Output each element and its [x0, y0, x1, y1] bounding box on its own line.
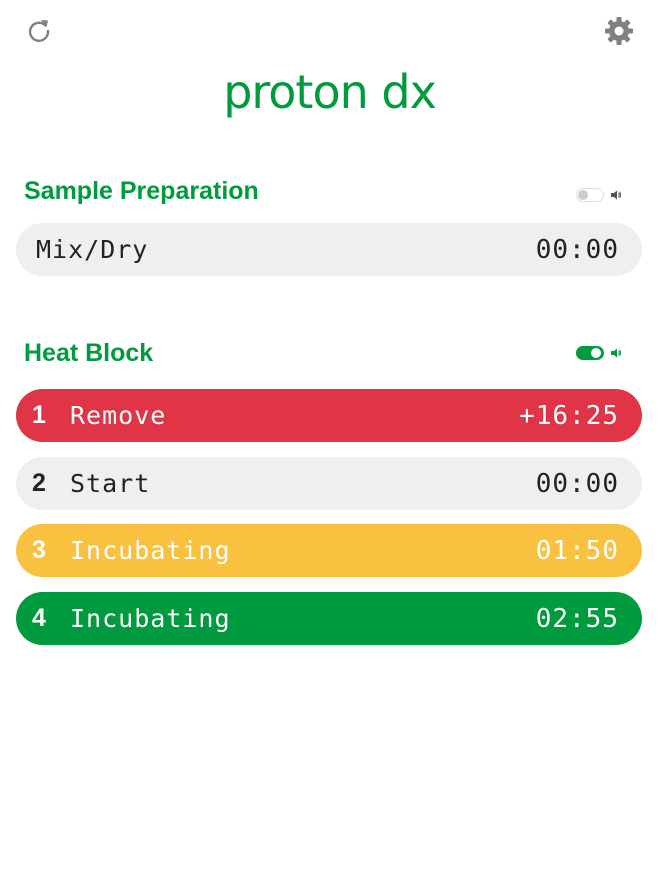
row-timer: 00:00	[535, 468, 619, 499]
toggle-knob	[591, 348, 601, 358]
row-label: Remove	[70, 401, 167, 430]
speaker-icon	[611, 190, 622, 200]
refresh-button[interactable]	[22, 14, 56, 48]
row-number: 1	[32, 401, 46, 429]
row-number: 3	[32, 536, 46, 564]
sound-toggle-switch[interactable]	[576, 346, 604, 360]
heat-block-row-3[interactable]: 3 Incubating 01:50	[16, 524, 642, 577]
speaker-icon	[611, 348, 622, 358]
row-label: Mix/Dry	[36, 235, 149, 264]
row-label: Start	[70, 469, 151, 498]
sound-toggle-switch[interactable]	[576, 188, 604, 202]
row-timer: 01:50	[535, 535, 619, 566]
row-number: 2	[32, 469, 46, 497]
row-timer: 02:55	[535, 603, 619, 634]
sample-preparation-row[interactable]: Mix/Dry 00:00	[16, 223, 642, 276]
gear-icon	[605, 17, 633, 45]
refresh-icon	[28, 20, 50, 42]
heat-block-title: Heat Block	[24, 339, 154, 367]
toggle-knob	[578, 190, 588, 200]
row-label: Incubating	[70, 604, 231, 633]
row-number: 4	[32, 604, 46, 632]
row-timer: +16:25	[519, 400, 619, 431]
heat-block-row-1[interactable]: 1 Remove +16:25	[16, 389, 642, 442]
heat-block-sound-toggle[interactable]	[576, 346, 622, 360]
settings-button[interactable]	[602, 14, 636, 48]
row-label: Incubating	[70, 536, 231, 565]
app-logo: proton dx	[223, 65, 437, 119]
heat-block-row-4[interactable]: 4 Incubating 02:55	[16, 592, 642, 645]
heat-block-row-2[interactable]: 2 Start 00:00	[16, 457, 642, 510]
row-timer: 00:00	[535, 234, 619, 265]
sample-preparation-title: Sample Preparation	[24, 177, 259, 205]
sample-preparation-sound-toggle[interactable]	[576, 188, 622, 202]
